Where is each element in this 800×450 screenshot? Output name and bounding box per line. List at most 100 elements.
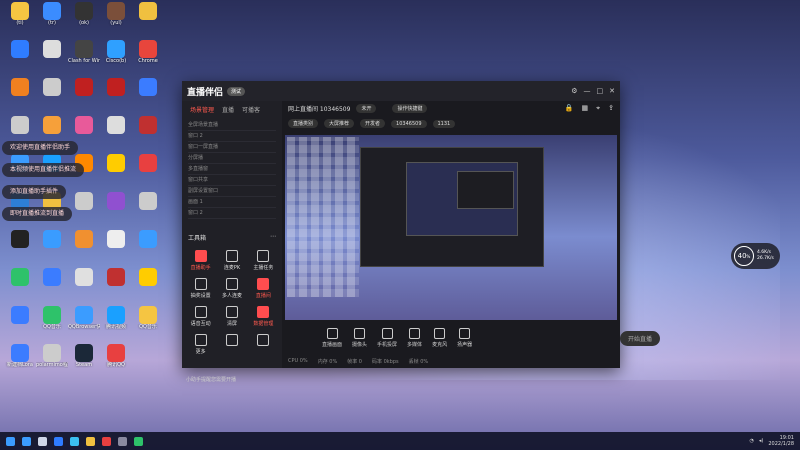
list-item[interactable]: 窗口共享 xyxy=(188,175,276,186)
tool-button[interactable] xyxy=(217,332,246,358)
tool-button[interactable] xyxy=(249,332,278,358)
taskbar-app-icon[interactable] xyxy=(38,436,47,446)
list-item[interactable]: 多直播窗 xyxy=(188,164,276,175)
share-icon[interactable]: ⇪ xyxy=(608,104,614,113)
desktop-icon[interactable]: polarmimo程序 xyxy=(36,344,68,382)
taskbar-app-icon[interactable] xyxy=(134,436,143,446)
tool-button[interactable]: 连麦PK xyxy=(217,248,246,274)
taskbar-app-icon[interactable] xyxy=(118,436,127,446)
wifi-icon[interactable]: ◔ xyxy=(750,438,754,444)
volume-icon[interactable]: ◂) xyxy=(759,438,763,444)
desktop-icon[interactable]: Cisco(b) xyxy=(100,40,132,78)
desktop-icon[interactable] xyxy=(68,192,100,230)
desktop-icon[interactable]: 新建档Lora xyxy=(4,344,36,382)
maximize-icon[interactable]: □ xyxy=(597,87,604,95)
desktop-icon[interactable]: Steam xyxy=(68,344,100,382)
start-menu-icon[interactable] xyxy=(6,436,15,446)
desktop-icon[interactable] xyxy=(132,2,164,40)
more-icon[interactable]: ⋯ xyxy=(270,233,276,242)
taskbar-app-icon[interactable] xyxy=(86,436,95,446)
list-item[interactable]: 窗口一屏直播 xyxy=(188,142,276,153)
speaker-button[interactable]: 扬声器 xyxy=(457,328,472,348)
desktop-icon[interactable] xyxy=(132,230,164,268)
desktop-icon[interactable] xyxy=(132,78,164,116)
tool-button[interactable]: 抽奖设置 xyxy=(186,276,215,302)
lock-icon[interactable]: 🔒 xyxy=(565,104,574,113)
tool-button[interactable]: 多人连麦 xyxy=(217,276,246,302)
clock[interactable]: 19:01 2022/1/28 xyxy=(768,435,794,447)
live-preview[interactable] xyxy=(285,135,617,320)
desktop-icon[interactable] xyxy=(36,40,68,78)
list-item[interactable]: 全屏场景直播 xyxy=(188,120,276,131)
phone-cast-button[interactable]: 手机投屏 xyxy=(377,328,397,348)
desktop-icon[interactable] xyxy=(36,230,68,268)
tab-scenes[interactable]: 场景管理 xyxy=(190,105,214,114)
minimize-icon[interactable]: — xyxy=(584,87,591,95)
desktop-icon[interactable]: QQ音乐 xyxy=(36,306,68,344)
tool-button[interactable]: 数据管理 xyxy=(249,304,278,330)
tool-button[interactable]: 更多 xyxy=(186,332,215,358)
desktop-icon[interactable] xyxy=(4,230,36,268)
hotkey-button[interactable]: 操作快捷键 xyxy=(392,104,428,113)
desktop-icon[interactable] xyxy=(4,40,36,78)
desktop-icon[interactable] xyxy=(132,116,164,154)
taskbar-app-icon[interactable] xyxy=(22,436,31,446)
start-live-button[interactable]: 开始直播 xyxy=(619,330,660,346)
desktop-icon[interactable] xyxy=(68,78,100,116)
desktop-icon[interactable]: Clash for Windows xyxy=(68,40,100,78)
desktop-icon[interactable] xyxy=(68,230,100,268)
tool-button[interactable]: 主播任务 xyxy=(249,248,278,274)
desktop-icon[interactable] xyxy=(100,192,132,230)
desktop-icon[interactable]: (yul) xyxy=(100,2,132,40)
close-icon[interactable]: ✕ xyxy=(609,87,615,95)
desktop-icon[interactable] xyxy=(100,230,132,268)
tool-button[interactable]: 语音互动 xyxy=(186,304,215,330)
taskbar-app-icon[interactable] xyxy=(54,436,63,446)
media-button[interactable]: 多媒体 xyxy=(407,328,422,348)
desktop-icon-label: Steam xyxy=(75,362,93,368)
desktop-icon[interactable]: QQBrowser快捷方式 xyxy=(68,306,100,344)
tab-live[interactable]: 直播 xyxy=(222,105,234,114)
desktop-icon[interactable] xyxy=(100,268,132,306)
desktop-icon[interactable] xyxy=(36,268,68,306)
desktop-icon[interactable] xyxy=(36,78,68,116)
tool-button[interactable]: 直播助手 xyxy=(186,248,215,274)
desktop-icon[interactable] xyxy=(132,268,164,306)
microphone-button[interactable]: 麦克风 xyxy=(432,328,447,348)
tool-button[interactable]: 清屏 xyxy=(217,304,246,330)
status-item: 内存 0% xyxy=(317,358,338,365)
taskbar-app-icon[interactable] xyxy=(70,436,79,446)
desktop-icon[interactable]: 腾讯视频 xyxy=(100,306,132,344)
desktop-icon[interactable]: Chrome xyxy=(132,40,164,78)
list-item[interactable]: 分屏播 xyxy=(188,153,276,164)
desktop-icon[interactable] xyxy=(132,154,164,192)
list-item[interactable]: 窗口 2 xyxy=(188,208,276,219)
desktop-icon[interactable]: (tr) xyxy=(36,2,68,40)
desktop-icon[interactable] xyxy=(4,268,36,306)
desktop-icon[interactable] xyxy=(4,306,36,344)
desktop-icon[interactable] xyxy=(100,78,132,116)
desktop-icon[interactable]: (ok) xyxy=(68,2,100,40)
list-item[interactable]: 画面 1 xyxy=(188,197,276,208)
layout-icon[interactable]: ▦ xyxy=(582,104,589,113)
screen-capture-button[interactable]: 直播画面 xyxy=(322,328,342,348)
tool-button[interactable]: 直播间 xyxy=(249,276,278,302)
desktop-icon[interactable] xyxy=(68,268,100,306)
desktop-icon[interactable] xyxy=(100,116,132,154)
list-item[interactable]: 窗口 2 xyxy=(188,131,276,142)
taskbar-app-icon[interactable] xyxy=(102,436,111,446)
list-item[interactable]: 副屏设置窗口 xyxy=(188,186,276,197)
desktop-icon[interactable] xyxy=(4,78,36,116)
network-widget[interactable]: 40% 4.6K/s 26.7K/s xyxy=(731,243,780,269)
desktop-icon[interactable]: (ti) xyxy=(4,2,36,40)
desktop-icon[interactable]: QQ音乐 xyxy=(132,306,164,344)
tab-podcast[interactable]: 可播客 xyxy=(242,105,260,114)
camera-button[interactable]: 摄像头 xyxy=(352,328,367,348)
desktop-icon[interactable] xyxy=(132,192,164,230)
app-icon xyxy=(107,192,125,210)
desktop-icon[interactable]: 腾讯QQ xyxy=(100,344,132,382)
settings-icon[interactable]: ⚙ xyxy=(571,87,577,95)
desktop-icon[interactable] xyxy=(100,154,132,192)
pin-icon[interactable]: ⌖ xyxy=(596,104,600,113)
app-icon xyxy=(139,40,157,58)
